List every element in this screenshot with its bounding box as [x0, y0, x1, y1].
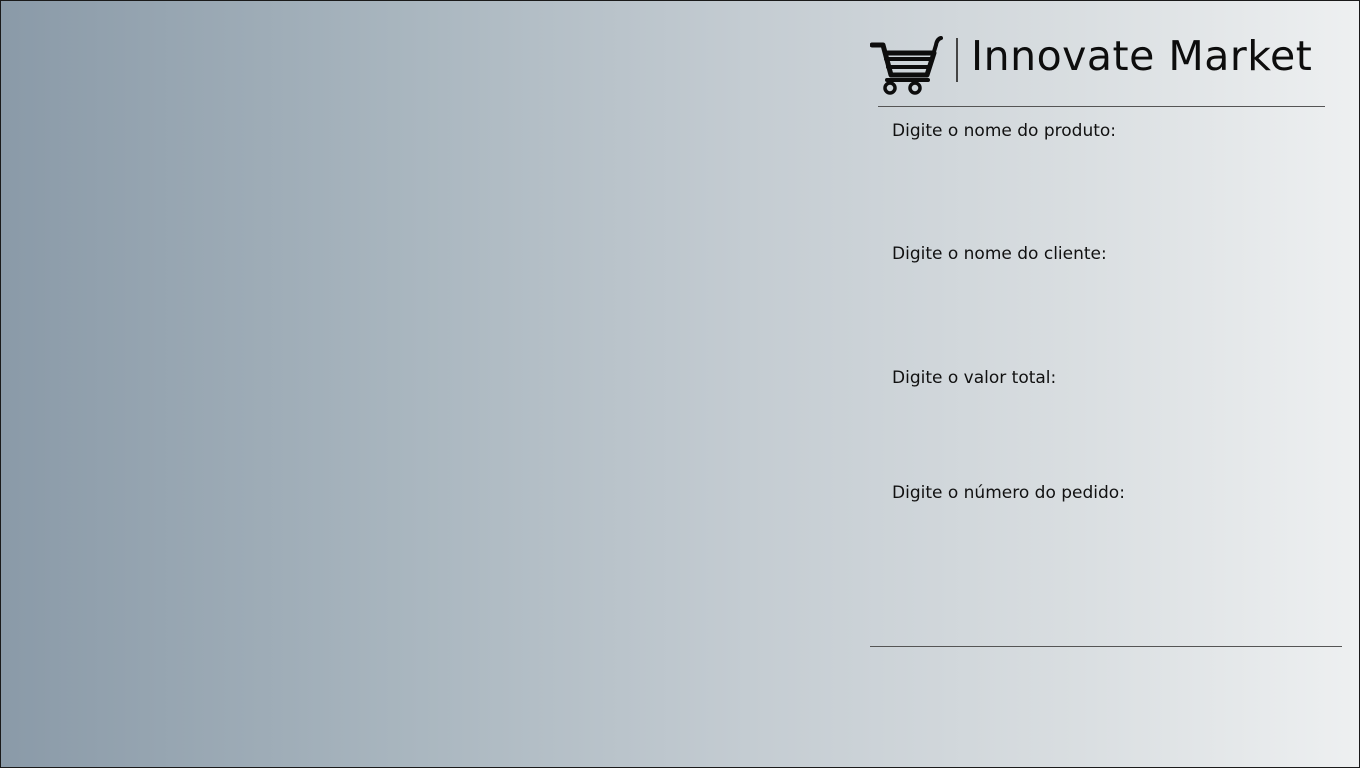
total-value-input[interactable] [892, 397, 1322, 427]
shopping-cart-icon [870, 33, 944, 95]
order-number-label: Digite o número do pedido: [892, 483, 1125, 503]
client-name-input[interactable] [892, 273, 1322, 303]
order-number-input[interactable] [892, 512, 1322, 542]
product-name-label: Digite o nome do produto: [892, 121, 1117, 141]
total-value-label: Digite o valor total: [892, 368, 1057, 388]
header-divider [878, 106, 1325, 107]
client-name-label: Digite o nome do cliente: [892, 244, 1107, 264]
brand-title: Innovate Market [971, 32, 1313, 80]
brand-header: Innovate Market [870, 30, 1330, 96]
brand-divider [956, 38, 958, 82]
order-form-panel: Innovate Market Digite o nome do produto… [870, 0, 1342, 768]
product-name-field: Digite o nome do produto: [892, 120, 1322, 180]
product-name-input[interactable] [892, 150, 1322, 180]
client-name-field: Digite o nome do cliente: [892, 243, 1322, 303]
total-value-field: Digite o valor total: [892, 367, 1322, 427]
form-bottom-divider [870, 646, 1342, 647]
order-number-field: Digite o número do pedido: [892, 482, 1322, 542]
